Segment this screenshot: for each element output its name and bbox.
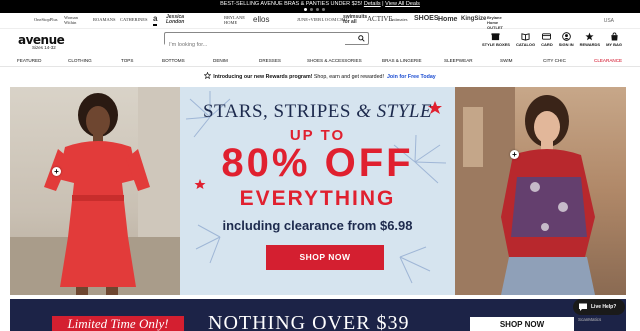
brand-link[interactable]: ACTIVE — [367, 15, 393, 23]
sign-in-label: SIGN IN — [558, 42, 574, 47]
user-icon — [561, 32, 571, 41]
header-icons: STYLE BOXES CATALOG CARD SIGN IN REWARDS… — [482, 32, 622, 47]
style-boxes-label: STYLE BOXES — [481, 42, 510, 47]
nav-item-denim[interactable]: DENIM — [213, 58, 228, 63]
card-label: CARD — [541, 42, 553, 47]
hero-everything: EVERYTHING — [239, 187, 396, 210]
nav-item-dresses[interactable]: DRESSES — [259, 58, 281, 63]
promo-view-all-link[interactable]: View All Deals — [385, 1, 420, 7]
rewards-rest: Shop, earn and get rewarded! — [312, 74, 384, 80]
nav-item-swim[interactable]: SWIM — [500, 58, 513, 63]
brand-link[interactable]: CATHERINES — [120, 17, 148, 22]
promo-dot[interactable] — [322, 8, 325, 11]
main-nav: FEATURED CLOTHING TOPS BOTTOMS DENIM DRE… — [0, 55, 640, 67]
box-icon — [491, 33, 501, 41]
my-bag-label: MY BAG — [606, 42, 622, 47]
nav-item-shoes-accessories[interactable]: SHOES & ACCESSORIES — [307, 58, 362, 63]
sign-in-button[interactable]: SIGN IN — [559, 32, 574, 47]
site-header: avenue Sizes 14-32 STYLE BOXES CATALOG C… — [0, 29, 640, 55]
hero-shop-now-button[interactable]: SHOP NOW — [266, 245, 384, 270]
live-help-label: Live Help? — [591, 304, 617, 310]
scanmatics-badge: ScanMatics — [578, 317, 602, 322]
star-icon — [585, 32, 594, 41]
catalog-label: CATALOG — [515, 42, 536, 47]
promo-text: BEST-SELLING AVENUE BRAS & PANTIES UNDER… — [220, 1, 364, 7]
brand-link-active[interactable]: a — [153, 14, 158, 26]
style-boxes-button[interactable]: STYLE BOXES — [482, 32, 510, 47]
brand-link[interactable]: ROAMANS — [93, 17, 116, 22]
secondary-headline: NOTHING OVER $39 — [208, 312, 410, 331]
brand-link[interactable]: JUNE+VIE — [297, 17, 318, 22]
paisley-top-model-illustration — [455, 87, 595, 295]
nav-item-tops[interactable]: TOPS — [121, 58, 133, 63]
search-icon[interactable] — [358, 35, 365, 42]
search-box[interactable] — [164, 32, 369, 51]
hero-headline: STARS, STRIPES & STYLE — [180, 101, 455, 123]
shop-the-look-plus-icon[interactable]: + — [52, 167, 61, 176]
secondary-banner[interactable]: Limited Time Only! NOTHING OVER $39 SHOP… — [10, 299, 626, 331]
hero-subtext: including clearance from $6.98 — [222, 218, 413, 233]
brand-link[interactable]: BRYLANE HOME — [224, 15, 246, 25]
logo-tagline: Sizes 14-32 — [32, 45, 56, 50]
promo-details-link[interactable]: Details — [364, 1, 381, 7]
nav-item-bottoms[interactable]: BOTTOMS — [162, 58, 185, 63]
search-input[interactable] — [165, 39, 345, 51]
nav-item-clothing[interactable]: CLOTHING — [68, 58, 92, 63]
rewards-label: REWARDS — [579, 42, 601, 47]
hero-promo-panel[interactable]: STARS, STRIPES & STYLE UP TO 80% OFF EVE… — [180, 87, 455, 295]
live-help-button[interactable]: Live Help? — [573, 299, 625, 315]
my-bag-button[interactable]: MY BAG — [606, 32, 622, 47]
rewards-banner: Introducing our new Rewards program! Sho… — [0, 70, 640, 84]
brand-link[interactable]: Home — [438, 16, 457, 23]
hero-headline-part2: & STYLE — [356, 101, 433, 122]
brand-link[interactable]: KingSize — [461, 16, 486, 22]
hero-headline-part1: STARS, STRIPES — [202, 101, 357, 122]
brand-link[interactable]: ellos — [253, 15, 269, 24]
nav-item-city-chic[interactable]: CITY CHIC — [543, 58, 566, 63]
promo-dot[interactable] — [304, 8, 307, 11]
brand-link[interactable]: SHOES — [414, 15, 439, 22]
credit-card-icon — [542, 33, 552, 40]
red-dress-model-illustration — [10, 87, 180, 295]
chat-bubble-icon — [579, 303, 587, 311]
bag-icon — [610, 32, 618, 41]
promo-dot[interactable] — [316, 8, 319, 11]
brand-link[interactable]: intimates — [391, 17, 408, 22]
nav-item-bras-lingerie[interactable]: BRAS & LINGERIE — [382, 58, 422, 63]
rewards-join-link[interactable]: Join for Free Today — [387, 74, 436, 80]
nav-item-clearance[interactable]: CLEARANCE — [594, 58, 622, 63]
promo-dot[interactable] — [310, 8, 313, 11]
promo-bar: BEST-SELLING AVENUE BRAS & PANTIES UNDER… — [0, 0, 640, 13]
book-icon — [521, 33, 530, 41]
rewards-lead: Introducing our new Rewards program! — [213, 74, 313, 80]
hero-model-right-image[interactable]: + — [455, 87, 626, 295]
rewards-button[interactable]: REWARDS — [580, 32, 600, 47]
rewards-star-icon — [204, 72, 212, 79]
limited-time-tag: Limited Time Only! — [52, 316, 184, 331]
brand-strip: OneStopPlus Woman Within ROAMANS CATHERI… — [0, 13, 640, 30]
brand-link[interactable]: OneStopPlus — [34, 17, 58, 22]
secondary-shop-now-button[interactable]: SHOP NOW — [470, 317, 574, 331]
promo-carousel-dots — [304, 8, 325, 11]
brand-link[interactable]: Woman Within — [64, 15, 86, 25]
hero-discount: 80% OFF — [221, 141, 414, 185]
catalog-button[interactable]: CATALOG — [516, 32, 535, 47]
country-selector[interactable]: USA — [604, 18, 614, 24]
brand-link[interactable]: Brylane Home OUTLET — [487, 15, 507, 30]
nav-item-sleepwear[interactable]: SLEEPWEAR — [444, 58, 473, 63]
card-button[interactable]: CARD — [541, 32, 553, 47]
brand-link[interactable]: Jessica London — [166, 15, 196, 25]
hero-banner[interactable]: + STARS, STRIPES & STYLE UP TO 80% OFF E… — [10, 87, 626, 295]
shop-the-look-plus-icon[interactable]: + — [510, 150, 519, 159]
hero-model-left-image[interactable]: + — [10, 87, 180, 295]
nav-item-featured[interactable]: FEATURED — [17, 58, 41, 63]
brand-link[interactable]: swimsuits for all — [343, 15, 367, 25]
